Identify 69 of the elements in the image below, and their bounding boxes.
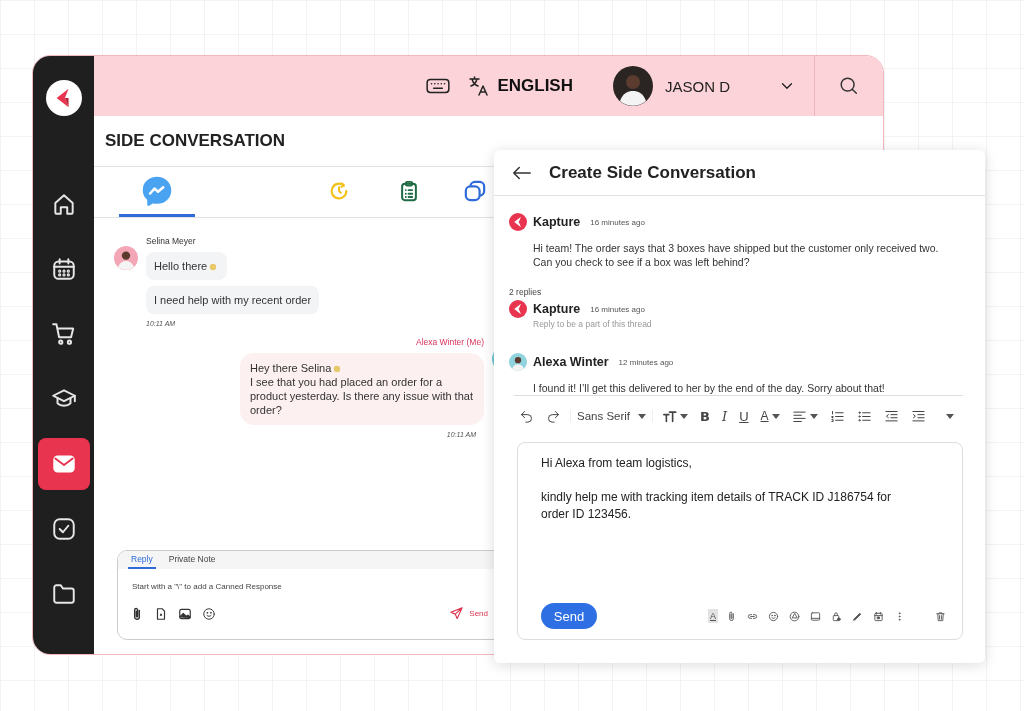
brand-logo-icon: [509, 300, 527, 318]
language-label[interactable]: ENGLISH: [497, 76, 573, 96]
sender-name: Alexa Winter (Me): [416, 337, 484, 347]
bulleted-list-icon[interactable]: [856, 408, 872, 424]
send-button[interactable]: Send: [541, 603, 597, 629]
post-text: Hi team! The order says that 3 boxes have shipped but the customer only received two. Can you check to see if a box was left behind?: [533, 241, 940, 269]
pen-icon[interactable]: [852, 610, 863, 622]
calendar-icon[interactable]: [873, 610, 884, 622]
author-name: Kapture: [533, 302, 581, 316]
avatar: [114, 246, 138, 270]
underline-button[interactable]: U: [736, 408, 752, 424]
author-name: Alexa Winter: [533, 355, 609, 369]
reply-hint: Reply to be a part of this thread: [533, 319, 653, 329]
compose-text: kindly help me with tracking item details of TRACK ID J186754 for order ID 123456.: [541, 489, 892, 523]
compose-text: Hi Alexa from team logistics,: [541, 455, 693, 472]
nav-item[interactable]: [37, 438, 90, 490]
image-icon[interactable]: [178, 606, 192, 621]
clock-arrow-icon: [328, 179, 350, 202]
post-time: 16 minutes ago: [590, 304, 645, 314]
text-color-button[interactable]: A: [757, 409, 783, 423]
caret-icon: [680, 413, 689, 419]
copy-icon: [464, 179, 486, 202]
post-text: I found it! I’ll get this delivered to her by the end of the day. Sorry about that!: [533, 381, 886, 395]
indent-icon[interactable]: [910, 408, 926, 424]
message-text: Hey there Selina: [250, 362, 332, 374]
post-time: 12 minutes ago: [618, 357, 674, 367]
calendar-icon: [50, 256, 77, 282]
user-avatar: [613, 66, 653, 106]
caret-icon: [771, 413, 780, 419]
caret-icon: [638, 413, 647, 419]
text-size-icon: [662, 408, 678, 424]
undo-icon[interactable]: [519, 408, 534, 424]
smiley-icon[interactable]: [768, 610, 779, 622]
folder-icon: [50, 581, 77, 607]
trash-icon[interactable]: [935, 610, 946, 622]
send-button[interactable]: Send: [449, 606, 488, 621]
messenger-icon: [142, 175, 172, 206]
paperclip-icon[interactable]: [726, 610, 737, 622]
reply-tab[interactable]: Private Note: [165, 551, 219, 569]
brand-logo-icon: [509, 213, 527, 231]
caret-icon: [809, 413, 818, 419]
outdent-icon[interactable]: [883, 408, 899, 424]
message-text: I need help with my recent order: [154, 294, 312, 306]
check-square-icon: [50, 516, 77, 542]
bold-button[interactable]: B: [697, 408, 713, 424]
message-text: I see that you had placed an order for a product yesterday. Is there any issue with that order?: [250, 375, 474, 417]
cart-icon: [50, 321, 77, 347]
lock-icon[interactable]: [831, 610, 842, 622]
send-icon: [449, 606, 465, 621]
search-icon[interactable]: [838, 75, 860, 97]
caret-icon: [945, 413, 954, 419]
message-text: Hello there: [154, 260, 208, 272]
post-time: 16 minutes ago: [590, 217, 645, 227]
compose-box[interactable]: Hi Alexa from team logistics, kindly help me with tracking item details of TRACK ID J186754 for order ID 123456. Send A: [517, 442, 963, 640]
align-left-icon: [791, 408, 807, 424]
numbered-list-icon[interactable]: [829, 408, 845, 424]
italic-button[interactable]: I: [719, 408, 731, 424]
formatting-button[interactable]: A: [708, 609, 718, 623]
font-select[interactable]: Sans Serif: [570, 410, 654, 422]
redo-icon[interactable]: [546, 408, 561, 424]
author-name: Kapture: [533, 215, 581, 229]
user-name[interactable]: JASON D: [665, 77, 730, 95]
sender-name: Selina Meyer: [146, 236, 196, 246]
avatar: [509, 353, 527, 371]
file-icon[interactable]: [154, 606, 168, 621]
replies-count: 2 replies: [509, 287, 543, 297]
smiley-icon[interactable]: [202, 606, 216, 621]
clipboard-icon: [398, 179, 420, 202]
reply-tab[interactable]: Reply: [128, 551, 156, 569]
